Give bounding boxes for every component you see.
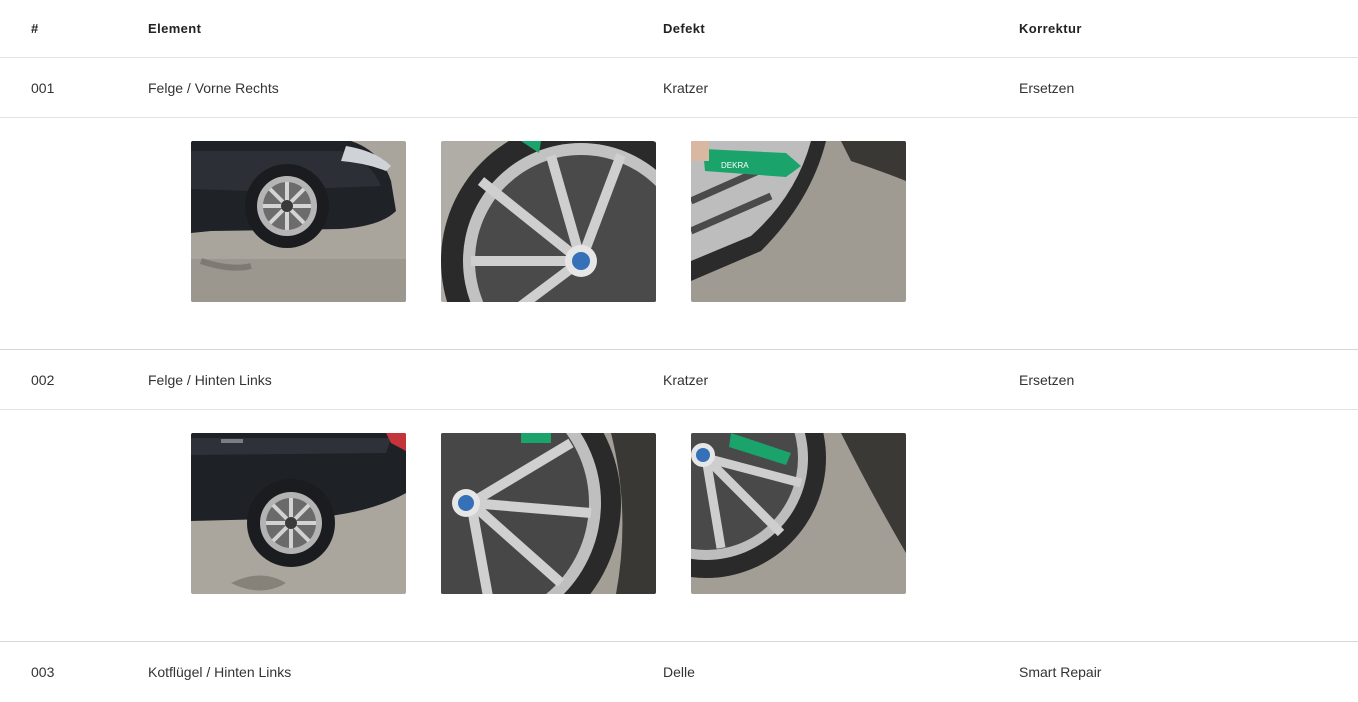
car-side-front-wheel-photo[interactable] <box>191 141 406 302</box>
row-element: Felge / Vorne Rechts <box>148 79 279 96</box>
wheel-rim-closeup-photo[interactable] <box>441 433 656 594</box>
header-correction: Korrektur <box>1019 21 1082 36</box>
table-row[interactable]: 003 Kotflügel / Hinten Links Delle Smart… <box>0 642 1358 702</box>
wheel-rim-closeup-photo[interactable] <box>441 141 656 302</box>
row-correction: Ersetzen <box>1019 79 1075 96</box>
rim-scratch-marker-photo[interactable]: DEKRA <box>691 141 906 302</box>
marker-label: DEKRA <box>721 161 749 170</box>
row-correction: Smart Repair <box>1019 664 1102 680</box>
defect-table: # Element Defekt Korrektur 001 Felge / V… <box>0 0 1358 702</box>
photo-row <box>0 410 1358 642</box>
row-number: 002 <box>31 371 55 388</box>
table-row[interactable]: 002 Felge / Hinten Links Kratzer Ersetze… <box>0 350 1358 410</box>
row-correction: Ersetzen <box>1019 371 1075 388</box>
row-defect: Delle <box>663 664 695 680</box>
car-side-rear-wheel-photo[interactable] <box>191 433 406 594</box>
photo-row: DEKRA <box>0 118 1358 350</box>
row-element: Kotflügel / Hinten Links <box>148 664 292 680</box>
header-number: # <box>31 21 39 36</box>
row-number: 001 <box>31 79 55 96</box>
row-defect: Kratzer <box>663 371 709 388</box>
row-defect: Kratzer <box>663 79 709 96</box>
rim-scratch-marker-photo[interactable] <box>691 433 906 594</box>
table-header: # Element Defekt Korrektur <box>0 0 1358 58</box>
table-row[interactable]: 001 Felge / Vorne Rechts Kratzer Ersetze… <box>0 58 1358 118</box>
header-element: Element <box>148 21 202 36</box>
row-element: Felge / Hinten Links <box>148 371 272 388</box>
header-defect: Defekt <box>663 21 706 36</box>
row-number: 003 <box>31 664 55 680</box>
